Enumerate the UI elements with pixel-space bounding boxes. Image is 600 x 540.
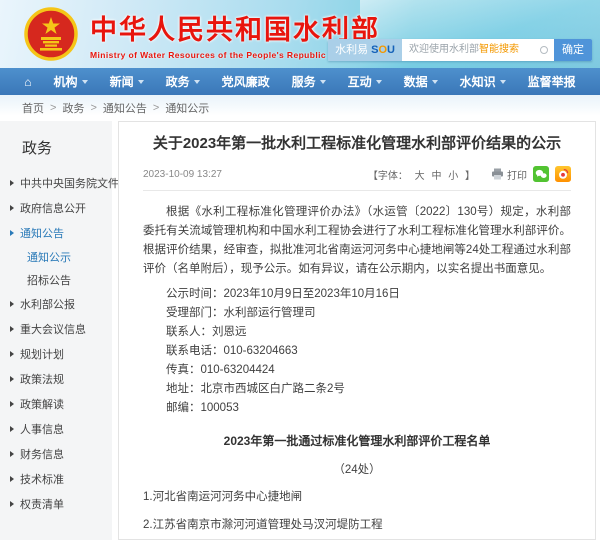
project-list: 1.河北省南运河河务中心捷地闸 2.江苏省南京市滁河河道管理处马汊河堤防工程 3… bbox=[143, 490, 571, 540]
sidebar-item-policy-reading[interactable]: 政策解读 bbox=[0, 391, 112, 416]
sidebar-item-standards[interactable]: 技术标准 bbox=[0, 466, 112, 491]
article-body-paragraph: 根据《水利工程标准化管理评价办法》（水运管〔2022〕130号）规定，水利部委托… bbox=[143, 203, 571, 279]
site-banner: 中华人民共和国水利部 Ministry of Water Resources o… bbox=[0, 0, 600, 68]
sidebar-item-central-docs[interactable]: 中共中央国务院文件 bbox=[0, 170, 112, 195]
breadcrumb-govaffairs[interactable]: 政务 bbox=[62, 100, 84, 116]
breadcrumb-separator: > bbox=[153, 102, 159, 114]
sidebar-item-gazette[interactable]: 水利部公报 bbox=[0, 291, 112, 316]
nav-item-govaffairs[interactable]: 政务 bbox=[155, 73, 211, 90]
info-line-zipcode: 邮编：100053 bbox=[143, 399, 571, 418]
caret-down-icon bbox=[432, 80, 438, 84]
font-size-label-close: 】 bbox=[465, 171, 475, 182]
sidebar-item-personnel[interactable]: 人事信息 bbox=[0, 416, 112, 441]
breadcrumb-notices[interactable]: 通知公告 bbox=[103, 100, 147, 116]
home-icon[interactable]: ⌂ bbox=[13, 75, 42, 89]
triangle-bullet-icon bbox=[10, 351, 14, 357]
nav-item-orgs[interactable]: 机构 bbox=[43, 73, 99, 90]
nav-item-data[interactable]: 数据 bbox=[393, 73, 449, 90]
caret-down-icon bbox=[138, 80, 144, 84]
nav-item-report[interactable]: 监督举报 bbox=[517, 73, 587, 90]
nav-item-services[interactable]: 服务 bbox=[281, 73, 337, 90]
nav-item-knowledge[interactable]: 水知识 bbox=[449, 73, 517, 90]
sidebar-item-announcements[interactable]: 通知公示 bbox=[0, 245, 112, 268]
article-panel: 关于2023年第一批水利工程标准化管理水利部评价结果的公示 2023-10-09… bbox=[118, 121, 596, 540]
triangle-bullet-icon bbox=[10, 180, 14, 186]
weibo-share-icon[interactable] bbox=[555, 166, 571, 182]
triangle-bullet-icon bbox=[10, 326, 14, 332]
main-nav: ⌂ 机构 新闻 政务 党风廉政 服务 互动 数据 水知识 监督举报 bbox=[0, 68, 600, 95]
page-title: 关于2023年第一批水利工程标准化管理水利部评价结果的公示 bbox=[143, 134, 571, 154]
sidebar-item-notices[interactable]: 通知公告 bbox=[0, 220, 112, 245]
sidebar-item-responsibilities[interactable]: 权责清单 bbox=[0, 491, 112, 516]
nav-item-news[interactable]: 新闻 bbox=[99, 73, 155, 90]
print-button[interactable]: 打印 bbox=[491, 167, 527, 182]
breadcrumb-separator: > bbox=[90, 102, 96, 114]
triangle-bullet-icon bbox=[10, 426, 14, 432]
search-placeholder-highlight: 智能搜索 bbox=[479, 44, 519, 55]
national-emblem-icon bbox=[24, 7, 78, 61]
info-line-fax: 传真：010-63204424 bbox=[143, 361, 571, 380]
triangle-bullet-icon bbox=[10, 401, 14, 407]
sidebar: 政务 中共中央国务院文件 政府信息公开 通知公告 通知公示 招标公告 水利部公报… bbox=[0, 121, 112, 540]
triangle-bullet-icon bbox=[10, 301, 14, 307]
nav-item-party[interactable]: 党风廉政 bbox=[211, 73, 281, 90]
search-input[interactable]: 欢迎使用水利部智能搜索 bbox=[402, 39, 554, 61]
caret-down-icon bbox=[376, 80, 382, 84]
printer-icon bbox=[491, 168, 504, 180]
triangle-bullet-icon bbox=[10, 476, 14, 482]
font-size-label: 【字体： bbox=[368, 171, 408, 182]
project-list-heading: 2023年第一批通过标准化管理水利部评价工程名单 bbox=[143, 432, 571, 449]
caret-down-icon bbox=[500, 80, 506, 84]
project-list-count: （24处） bbox=[143, 461, 571, 477]
font-size-large-button[interactable]: 大 bbox=[415, 171, 425, 182]
font-size-small-button[interactable]: 小 bbox=[448, 171, 458, 182]
info-line-phone: 联系电话：010-63204663 bbox=[143, 342, 571, 361]
sidebar-title: 政务 bbox=[22, 137, 112, 158]
info-line-contact: 联系人：刘恩远 bbox=[143, 323, 571, 342]
caret-down-icon bbox=[320, 80, 326, 84]
search-submit-button[interactable]: 确定 bbox=[554, 39, 592, 61]
search-brand-logo: 水利易 SOU bbox=[328, 39, 402, 61]
sidebar-item-finance[interactable]: 财务信息 bbox=[0, 441, 112, 466]
breadcrumb-home[interactable]: 首页 bbox=[22, 100, 44, 116]
info-line-period: 公示时间：2023年10月9日至2023年10月16日 bbox=[143, 285, 571, 304]
sidebar-item-info-disclosure[interactable]: 政府信息公开 bbox=[0, 195, 112, 220]
sidebar-item-meetings[interactable]: 重大会议信息 bbox=[0, 316, 112, 341]
nav-item-interaction[interactable]: 互动 bbox=[337, 73, 393, 90]
info-line-address: 地址：北京市西城区白广路二条2号 bbox=[143, 380, 571, 399]
sidebar-item-tenders[interactable]: 招标公告 bbox=[0, 268, 112, 291]
sidebar-item-regulations[interactable]: 政策法规 bbox=[0, 366, 112, 391]
breadcrumb: 首页 > 政务 > 通知公告 > 通知公示 bbox=[0, 95, 600, 121]
breadcrumb-announcements[interactable]: 通知公示 bbox=[165, 100, 209, 116]
caret-down-icon bbox=[82, 80, 88, 84]
font-size-medium-button[interactable]: 中 bbox=[431, 171, 441, 182]
search-icon[interactable] bbox=[540, 46, 548, 54]
triangle-bullet-icon bbox=[10, 205, 14, 211]
info-line-department: 受理部门：水利部运行管理司 bbox=[143, 304, 571, 323]
font-size-control: 【字体： 大 中 小 】 bbox=[366, 167, 477, 182]
triangle-bullet-icon bbox=[10, 230, 14, 236]
breadcrumb-separator: > bbox=[50, 102, 56, 114]
triangle-bullet-icon bbox=[10, 451, 14, 457]
search-placeholder: 欢迎使用水利部 bbox=[409, 44, 479, 55]
caret-down-icon bbox=[194, 80, 200, 84]
triangle-bullet-icon bbox=[10, 501, 14, 507]
list-item: 2.江苏省南京市滁河河道管理处马汊河堤防工程 bbox=[143, 518, 571, 533]
list-item: 1.河北省南运河河务中心捷地闸 bbox=[143, 490, 571, 505]
publish-date: 2023-10-09 13:27 bbox=[143, 169, 222, 180]
triangle-bullet-icon bbox=[10, 376, 14, 382]
sidebar-item-plans[interactable]: 规划计划 bbox=[0, 341, 112, 366]
wechat-share-icon[interactable] bbox=[533, 166, 549, 182]
search-bar: 水利易 SOU 欢迎使用水利部智能搜索 确定 bbox=[328, 39, 592, 61]
